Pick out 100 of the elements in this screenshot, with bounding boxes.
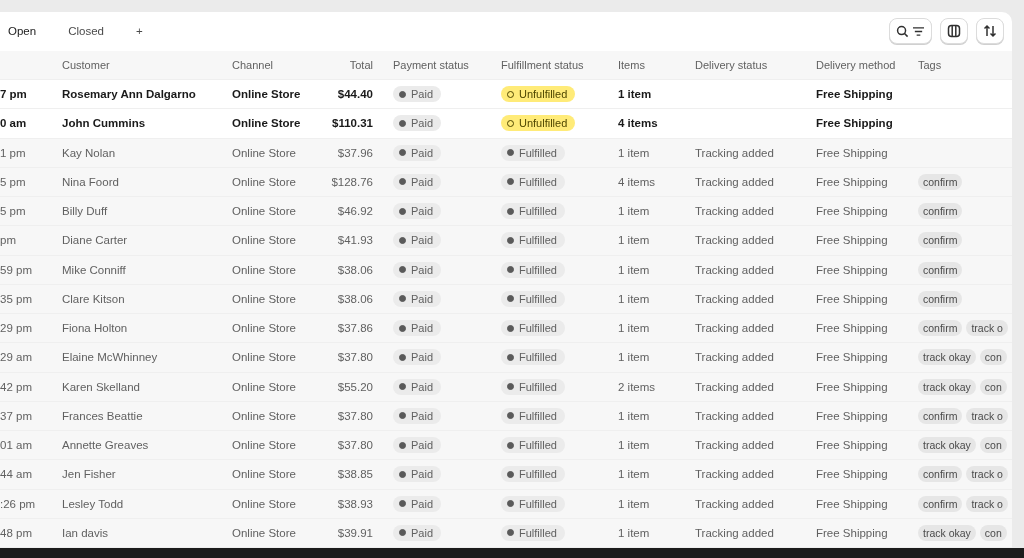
- order-row[interactable]: 29 pm Fiona Holton Online Store $37.86 Paid Fulfilled 1 item Tracking added Free Shipping confirm track o: [0, 314, 1012, 344]
- tag: confirm: [918, 261, 963, 278]
- table-cell-text: Karen Skelland: [62, 380, 141, 393]
- table-cell-text: 42 pm: [0, 380, 33, 393]
- column-header: Delivery status: [695, 58, 769, 71]
- table-cell-text: Free Shipping: [816, 117, 894, 130]
- order-row[interactable]: 35 pm Clare Kitson Online Store $38.06 Paid Fulfilled 1 item Tracking added Free Shipping confirm: [0, 284, 1012, 314]
- table-cell-text: 37 pm: [0, 409, 33, 422]
- status-badge: Fulfilled: [501, 378, 565, 395]
- columns-button[interactable]: [940, 18, 968, 45]
- column-header: Delivery method: [816, 58, 897, 71]
- filter-tab[interactable]: Open: [0, 21, 45, 42]
- status-badge: Fulfilled: [501, 144, 565, 161]
- table-cell-text: John Cummins: [62, 117, 147, 130]
- table-cell-text: $38.93: [336, 497, 373, 510]
- tag: track o: [966, 466, 1008, 483]
- table-cell-text: 1 item: [618, 409, 651, 422]
- order-row[interactable]: 37 pm Frances Beattie Online Store $37.80 Paid Fulfilled 1 item Tracking added Free Shipping confirm track o: [0, 401, 1012, 431]
- table-cell-text: :26 pm: [0, 497, 37, 510]
- status-dot-icon: [507, 324, 514, 332]
- order-row[interactable]: 1 pm Kay Nolan Online Store $37.96 Paid Fulfilled 1 item Tracking added Free Shipping: [0, 138, 1012, 168]
- table-cell-text: 0 am: [0, 117, 28, 130]
- tag: confirm: [918, 320, 963, 337]
- tag: confirm: [918, 466, 963, 483]
- table-cell-text: Free Shipping: [816, 263, 889, 276]
- status-dot-icon: [399, 236, 406, 244]
- search-filter-button[interactable]: [889, 18, 932, 45]
- table-cell-text: Tracking added: [695, 526, 775, 539]
- table-cell-text: Tracking added: [695, 175, 775, 188]
- status-dot-icon: [507, 470, 514, 478]
- table-cell-text: $37.80: [336, 439, 373, 452]
- tag: confirm: [918, 495, 963, 512]
- order-row[interactable]: 48 pm Ian davis Online Store $39.91 Paid Fulfilled 1 item Tracking added Free Shipping track okay con: [0, 518, 1012, 548]
- order-row[interactable]: 5 pm Billy Duff Online Store $46.92 Paid Fulfilled 1 item Tracking added Free Shipping confirm: [0, 197, 1012, 227]
- table-cell-text: Online Store: [232, 322, 297, 335]
- table-cell-text: 1 item: [618, 497, 651, 510]
- table-cell-text: 1 item: [618, 292, 651, 305]
- status-badge: Unfulfilled: [501, 86, 576, 103]
- table-cell-text: Free Shipping: [816, 146, 889, 159]
- order-row[interactable]: pm Diane Carter Online Store $41.93 Paid Fulfilled 1 item Tracking added Free Shipping confirm: [0, 226, 1012, 256]
- table-cell-text: Online Store: [232, 88, 302, 101]
- status-badge: Paid: [393, 495, 442, 512]
- tag: confirm: [918, 203, 963, 220]
- table-cell-text: Tracking added: [695, 292, 775, 305]
- table-cell-text: Free Shipping: [816, 292, 889, 305]
- table-cell-text: Online Store: [232, 439, 297, 452]
- table-cell-text: 1 item: [618, 351, 651, 364]
- table-cell-text: $41.93: [336, 234, 373, 247]
- status-badge: Paid: [393, 466, 442, 483]
- table-cell-text: Fiona Holton: [62, 322, 129, 335]
- status-dot-icon: [507, 353, 514, 361]
- status-badge: Paid: [393, 407, 442, 424]
- table-cell-text: Tracking added: [695, 351, 775, 364]
- order-row[interactable]: :26 pm Lesley Todd Online Store $38.93 Paid Fulfilled 1 item Tracking added Free Shipping confirm track o: [0, 489, 1012, 519]
- table-cell-text: Free Shipping: [816, 468, 889, 481]
- order-row[interactable]: 59 pm Mike Conniff Online Store $38.06 Paid Fulfilled 1 item Tracking added Free Shipping confirm: [0, 255, 1012, 285]
- table-cell-text: 1 item: [618, 88, 653, 101]
- add-tab-button[interactable]: +: [127, 21, 151, 42]
- table-cell-text: $39.91: [336, 526, 373, 539]
- status-badge: Paid: [393, 320, 442, 337]
- table-cell-text: Online Store: [232, 117, 302, 130]
- status-badge: Fulfilled: [501, 203, 565, 220]
- status-dot-icon: [399, 324, 406, 332]
- table-cell-text: pm: [0, 234, 17, 247]
- tag: track okay: [918, 378, 976, 395]
- tag: track okay: [918, 349, 976, 366]
- order-row[interactable]: 42 pm Karen Skelland Online Store $55.20 Paid Fulfilled 2 items Tracking added Free Shipping track okay con: [0, 372, 1012, 402]
- status-dot-icon: [399, 500, 406, 508]
- table-cell-text: $37.80: [336, 351, 373, 364]
- table-cell-text: Tracking added: [695, 234, 775, 247]
- sort-button[interactable]: [976, 18, 1004, 45]
- status-badge: Unfulfilled: [501, 115, 576, 132]
- table-cell-text: Online Store: [232, 409, 297, 422]
- status-badge: Paid: [393, 232, 442, 249]
- order-row[interactable]: 5 pm Nina Foord Online Store $128.76 Paid Fulfilled 4 items Tracking added Free Shipping confirm: [0, 167, 1012, 197]
- filter-tab[interactable]: Closed: [60, 21, 112, 42]
- table-cell-text: Online Store: [232, 175, 297, 188]
- status-dot-icon: [507, 412, 514, 420]
- table-cell-text: Free Shipping: [816, 439, 889, 452]
- table-cell-text: Tracking added: [695, 205, 775, 218]
- status-badge: Fulfilled: [501, 349, 565, 366]
- tag: con: [979, 378, 1007, 395]
- table-cell-text: 35 pm: [0, 292, 33, 305]
- columns-icon: [947, 24, 961, 39]
- table-cell-text: $37.80: [336, 409, 373, 422]
- status-dot-icon: [507, 383, 514, 391]
- tag: confirm: [918, 232, 963, 249]
- status-badge: Paid: [393, 437, 442, 454]
- status-dot-icon: [399, 178, 406, 186]
- table-cell-text: Tracking added: [695, 263, 775, 276]
- table-cell-text: Tracking added: [695, 146, 775, 159]
- order-row[interactable]: 01 am Annette Greaves Online Store $37.80 Paid Fulfilled 1 item Tracking added Free Shipping track okay con: [0, 431, 1012, 461]
- table-cell-text: Tracking added: [695, 380, 775, 393]
- column-header: Items: [618, 58, 646, 71]
- table-cell-text: Tracking added: [695, 497, 775, 510]
- order-row[interactable]: 29 am Elaine McWhinney Online Store $37.80 Paid Fulfilled 1 item Tracking added Free Shipping track okay con: [0, 343, 1012, 373]
- tag: track okay: [918, 437, 976, 454]
- status-dot-icon: [399, 119, 406, 127]
- table-cell-text: Tracking added: [695, 322, 775, 335]
- order-row[interactable]: 44 am Jen Fisher Online Store $38.85 Paid Fulfilled 1 item Tracking added Free Shipping confirm track o: [0, 460, 1012, 490]
